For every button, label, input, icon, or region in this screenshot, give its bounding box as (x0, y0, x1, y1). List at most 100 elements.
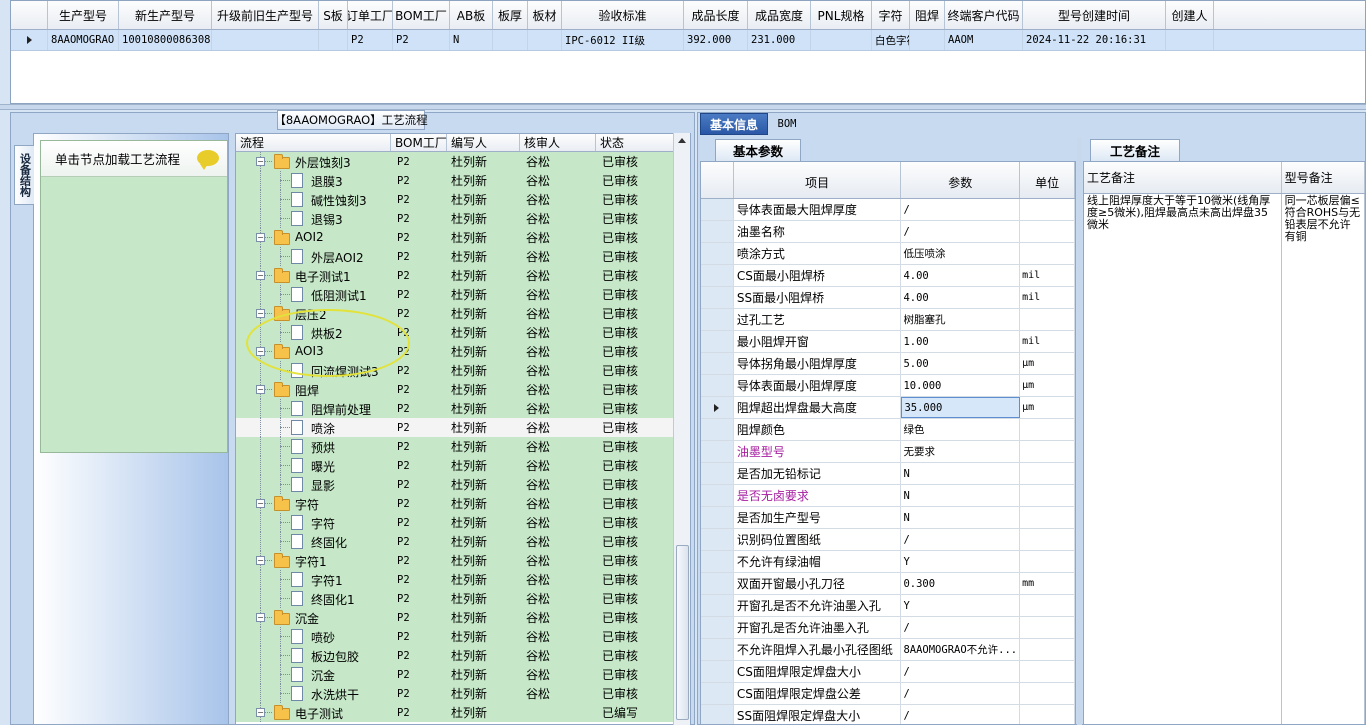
param-row[interactable]: 油墨名称 / (701, 221, 1075, 243)
tab-process-remarks[interactable]: 工艺备注 (1090, 139, 1180, 161)
model-col-header[interactable]: AB板 (450, 1, 493, 29)
process-tree-cell[interactable]: 喷砂 (236, 627, 391, 646)
process-tree-cell[interactable]: 终固化1 (236, 589, 391, 608)
model-col-header[interactable]: 升级前旧生产型号 (212, 1, 319, 29)
row-indicator[interactable] (701, 243, 734, 264)
param-row[interactable]: 开窗孔是否不允许油墨入孔 Y (701, 595, 1075, 617)
param-row[interactable]: 不允许阻焊入孔最小孔径图纸 8AAOMOGRAO不允许... (701, 639, 1075, 661)
row-indicator[interactable] (701, 617, 734, 638)
process-row[interactable]: 阻焊前处理 P2 杜列新 谷松 已审核 (236, 399, 690, 418)
row-indicator[interactable] (701, 463, 734, 484)
process-row[interactable]: 字符1 P2 杜列新 谷松 已审核 (236, 570, 690, 589)
process-tree-cell[interactable]: 水洗烘干 (236, 684, 391, 703)
scrollbar-thumb[interactable] (676, 545, 689, 720)
process-tree-cell[interactable]: 阻焊前处理 (236, 399, 391, 418)
process-tree-cell[interactable]: − 阻焊 (236, 380, 391, 399)
model-col-header[interactable]: 新生产型号 (119, 1, 212, 29)
collapse-toggle-icon[interactable]: − (256, 309, 265, 318)
row-indicator[interactable] (701, 485, 734, 506)
collapse-toggle-icon[interactable]: − (256, 613, 265, 622)
process-name[interactable]: 字符 (295, 496, 319, 513)
param-row[interactable]: 是否加生产型号 N (701, 507, 1075, 529)
param-row[interactable]: 阻焊颜色 绿色 (701, 419, 1075, 441)
param-row[interactable]: 开窗孔是否允许油墨入孔 / (701, 617, 1075, 639)
process-row[interactable]: − 外层蚀刻3 P2 杜列新 谷松 已审核 (236, 152, 690, 171)
row-indicator[interactable] (701, 199, 734, 220)
param-row[interactable]: 阻焊超出焊盘最大高度 35.000 μm (701, 397, 1075, 419)
collapse-toggle-icon[interactable]: − (256, 233, 265, 242)
row-indicator[interactable] (701, 573, 734, 594)
collapse-toggle-icon[interactable]: − (256, 385, 265, 394)
param-row[interactable]: 识别码位置图纸 / (701, 529, 1075, 551)
params-col-header[interactable]: 项目 (734, 162, 902, 198)
param-row[interactable]: 喷涂方式 低压喷涂 (701, 243, 1075, 265)
process-row[interactable]: 板边包胶 P2 杜列新 谷松 已审核 (236, 646, 690, 665)
model-cell[interactable]: 10010800086308 (119, 30, 212, 50)
process-remark-text[interactable]: 线上阻焊厚度大于等于10微米(线角厚度≥5微米),阻焊最高点未高出焊盘35微米 (1084, 194, 1282, 724)
model-col-header[interactable]: PNL规格 (811, 1, 872, 29)
param-value[interactable]: 绿色 (901, 419, 1021, 440)
collapse-toggle-icon[interactable]: − (256, 708, 265, 717)
process-tree-cell[interactable]: 显影 (236, 475, 391, 494)
tab-basic-info[interactable]: 基本信息 (700, 113, 768, 135)
model-cell[interactable]: 白色字符 (872, 30, 910, 50)
process-name[interactable]: 沉金 (295, 610, 319, 627)
process-tree-cell[interactable]: − 电子测试1 (236, 266, 391, 285)
process-row[interactable]: − 电子测试 P2 杜列新 已编写 (236, 703, 690, 722)
model-col-header[interactable]: 订单工厂 (348, 1, 393, 29)
params-col-header[interactable]: 参数 (901, 162, 1021, 198)
process-grid-scrollbar[interactable] (673, 133, 690, 725)
process-tree-cell[interactable]: 退锡3 (236, 209, 391, 228)
row-indicator[interactable] (701, 419, 734, 440)
process-name[interactable]: 外层蚀刻3 (295, 154, 351, 171)
param-row[interactable]: SS面阻焊限定焊盘大小 / (701, 705, 1075, 724)
side-tab-device-structure[interactable]: 设备结构 (14, 145, 34, 205)
scroll-up-arrow-icon[interactable] (678, 138, 686, 143)
row-indicator[interactable] (701, 221, 734, 242)
param-value[interactable]: 0.300 (901, 573, 1021, 594)
row-indicator[interactable] (701, 397, 734, 418)
row-indicator[interactable] (701, 683, 734, 704)
process-name[interactable]: 阻焊 (295, 382, 319, 399)
param-row[interactable]: 导体拐角最小阻焊厚度 5.00 μm (701, 353, 1075, 375)
param-value[interactable]: / (901, 683, 1021, 704)
param-row[interactable]: 是否加无铅标记 N (701, 463, 1075, 485)
param-value[interactable]: / (901, 705, 1021, 724)
process-tree-cell[interactable]: 预烘 (236, 437, 391, 456)
param-row[interactable]: 油墨型号 无要求 (701, 441, 1075, 463)
model-col-header[interactable]: 板厚 (493, 1, 528, 29)
process-tree-cell[interactable]: 曝光 (236, 456, 391, 475)
process-tree-cell[interactable]: 低阻测试1 (236, 285, 391, 304)
model-col-header[interactable]: 终端客户代码 (945, 1, 1023, 29)
process-row[interactable]: 终固化1 P2 杜列新 谷松 已审核 (236, 589, 690, 608)
row-indicator[interactable] (701, 441, 734, 462)
process-col-header[interactable]: 流程 (236, 134, 391, 151)
tab-bom[interactable]: BOM (768, 113, 806, 135)
param-value[interactable]: Y (901, 595, 1021, 616)
process-row[interactable]: 碱性蚀刻3 P2 杜列新 谷松 已审核 (236, 190, 690, 209)
model-col-header[interactable]: 型号创建时间 (1023, 1, 1166, 29)
row-indicator[interactable] (701, 529, 734, 550)
model-remark-text[interactable]: 同一芯板层偏≤符合ROHS与无铅表层不允许有铜 (1282, 194, 1365, 724)
process-row[interactable]: 沉金 P2 杜列新 谷松 已审核 (236, 665, 690, 684)
param-value[interactable]: 10.000 (901, 375, 1021, 396)
model-cell[interactable] (319, 30, 348, 50)
model-col-header[interactable]: 阻焊 (910, 1, 945, 29)
row-indicator[interactable] (701, 595, 734, 616)
model-cell[interactable]: N (450, 30, 493, 50)
param-value[interactable]: / (901, 529, 1021, 550)
subtab-basic-params[interactable]: 基本参数 (715, 139, 801, 161)
vertical-splitter[interactable] (1077, 138, 1082, 725)
model-cell[interactable] (1166, 30, 1214, 50)
model-col-header[interactable]: 成品宽度 (748, 1, 811, 29)
process-row[interactable]: 字符 P2 杜列新 谷松 已审核 (236, 513, 690, 532)
param-row[interactable]: 过孔工艺 树脂塞孔 (701, 309, 1075, 331)
row-indicator[interactable] (701, 353, 734, 374)
process-row[interactable]: 水洗烘干 P2 杜列新 谷松 已审核 (236, 684, 690, 703)
row-indicator[interactable] (701, 661, 734, 682)
process-name[interactable]: 字符1 (295, 553, 327, 570)
process-name[interactable]: AOI2 (295, 230, 324, 244)
collapse-toggle-icon[interactable]: − (256, 499, 265, 508)
process-tree-cell[interactable]: 退膜3 (236, 171, 391, 190)
process-tree-cell[interactable]: 碱性蚀刻3 (236, 190, 391, 209)
